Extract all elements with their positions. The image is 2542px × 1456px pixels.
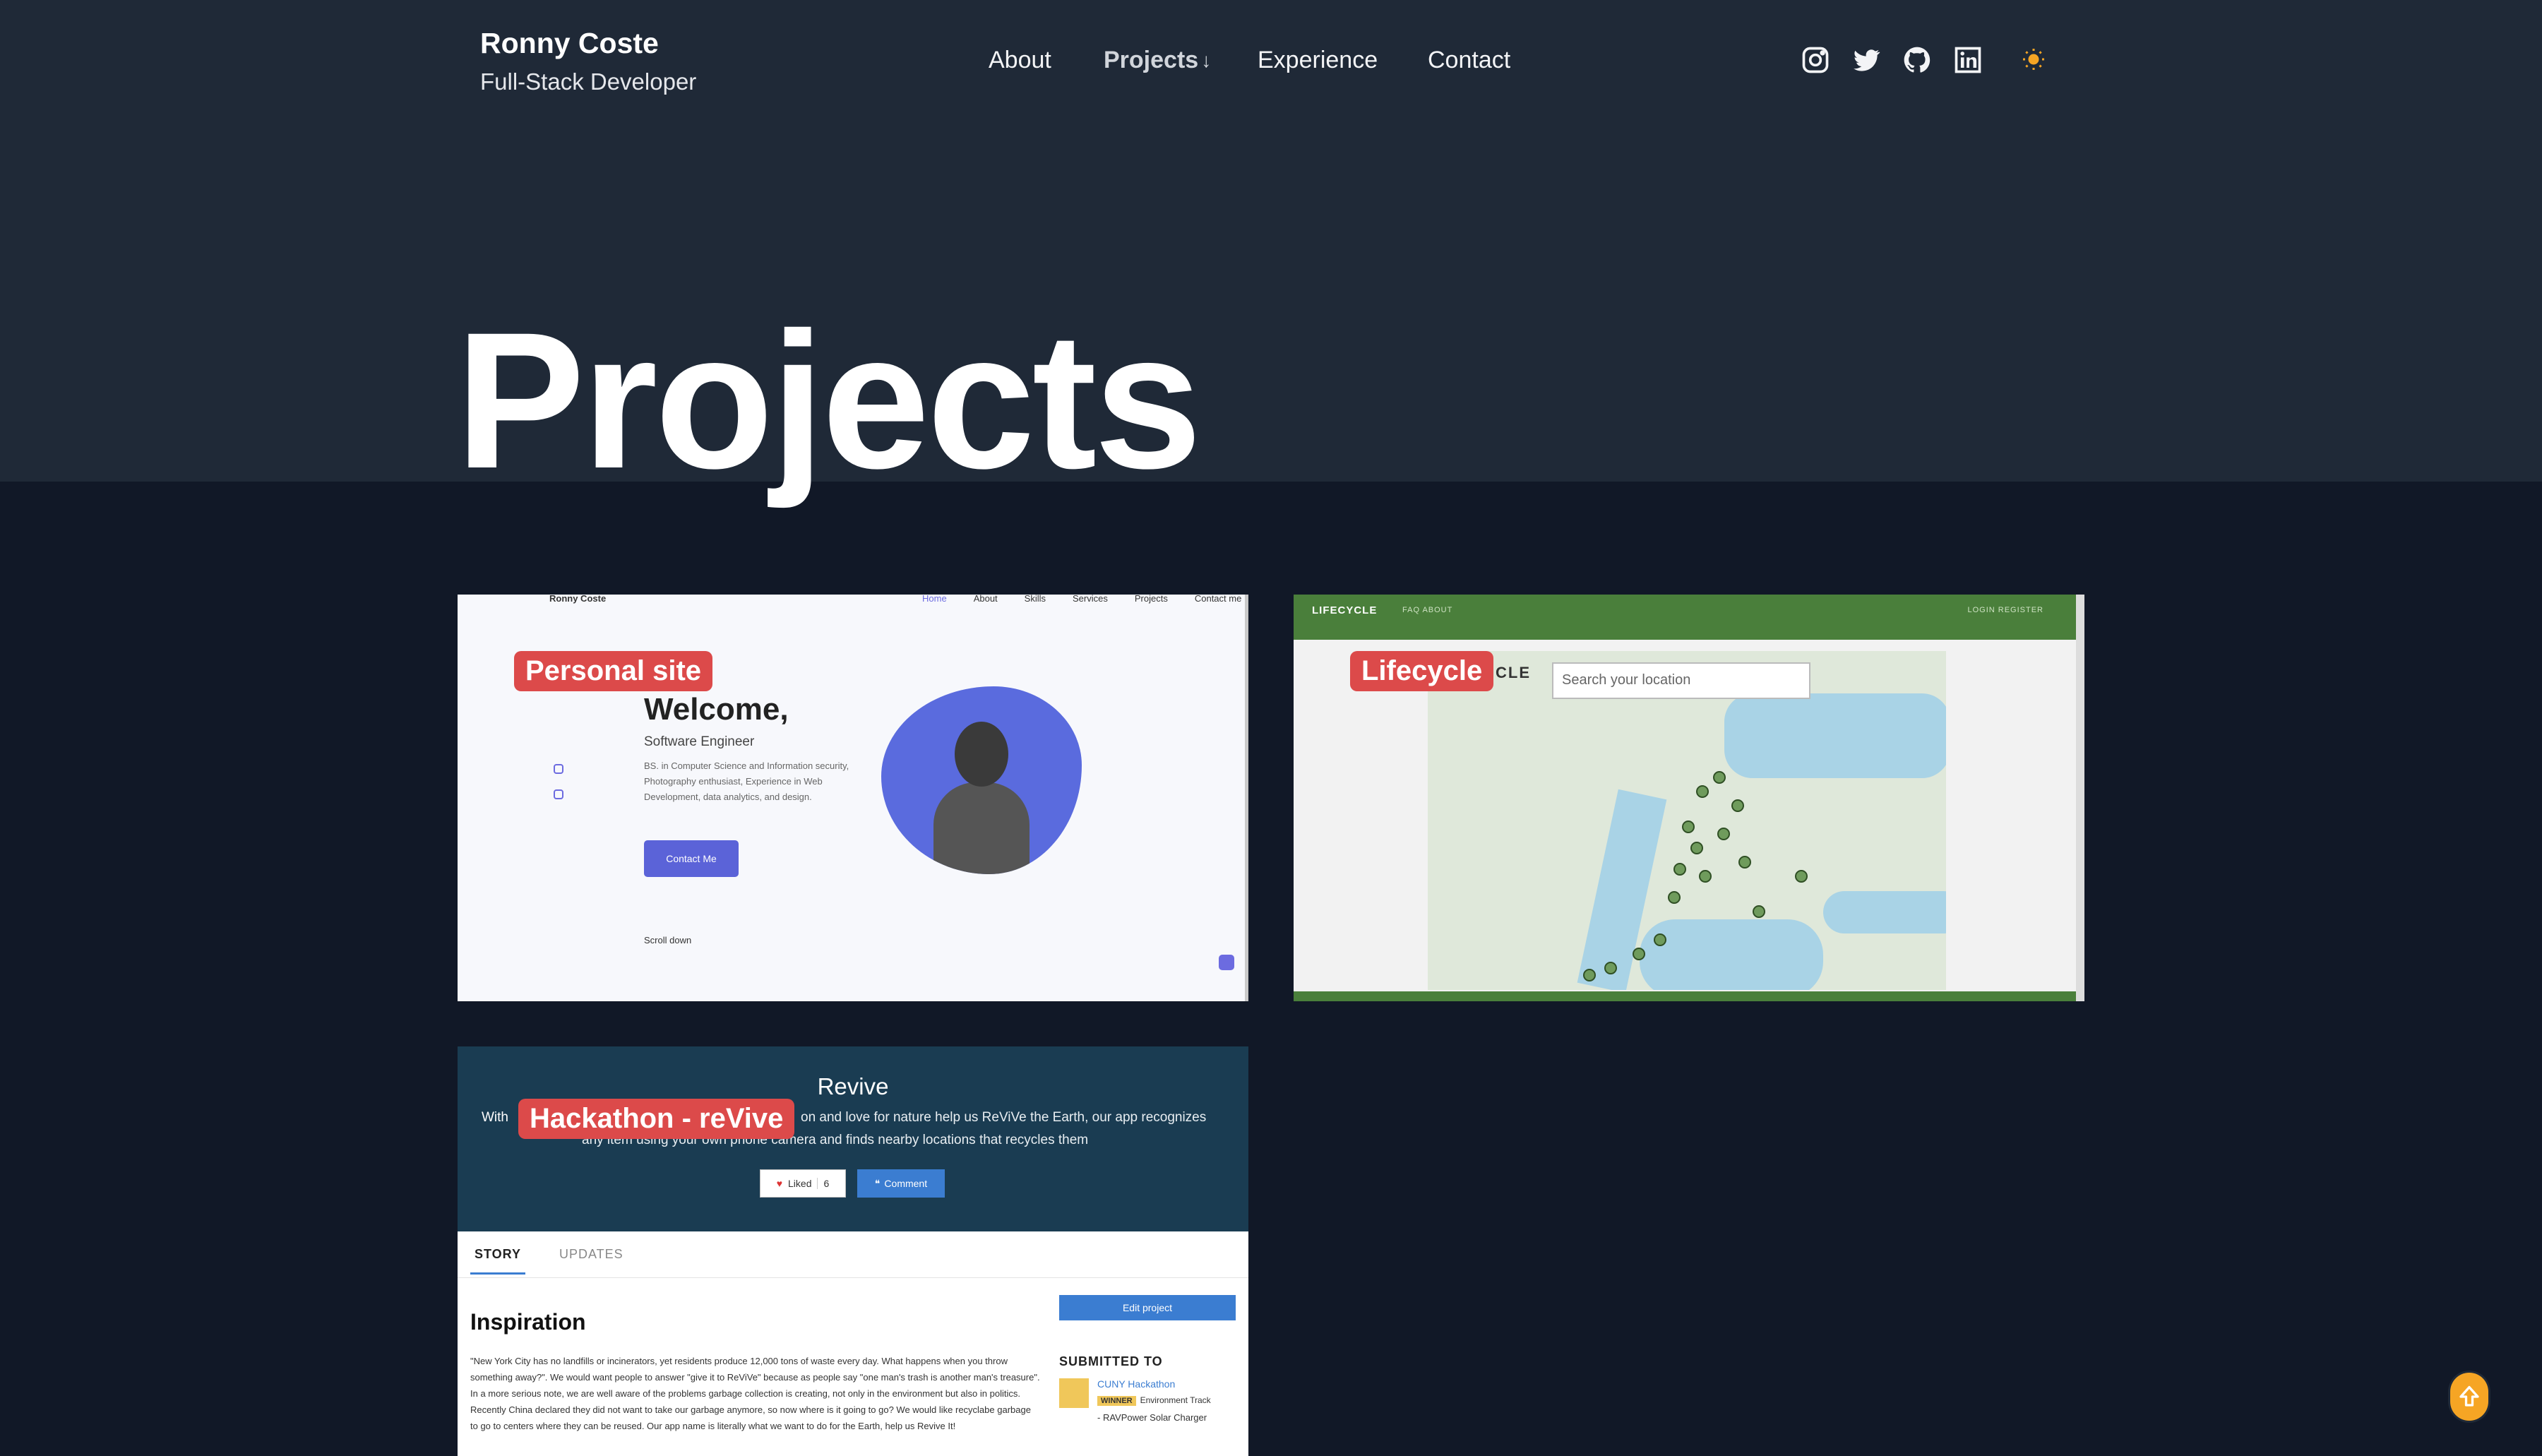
brand-role: Full-Stack Developer [480,68,697,95]
preview-nav-link: Home [922,595,947,604]
card-label: Hackathon - reVive [518,1099,795,1139]
brand[interactable]: Ronny Coste Full-Stack Developer [480,27,696,95]
preview-auth-links: LOGIN REGISTER [1967,606,2043,614]
comment-button: ❝ Comment [857,1169,945,1198]
theme-toggle-sun-icon[interactable] [2021,47,2046,72]
winner-track: Environment Track [1140,1395,1211,1405]
nav-about[interactable]: About [989,47,1051,74]
page-title: Projects [455,292,1202,509]
preview-nav-link: Contact me [1194,595,1242,604]
preview-bottombar [1294,991,2076,1001]
tab-updates: UPDATES [559,1247,623,1261]
preview-tabs: STORY UPDATES [458,1231,1248,1278]
github-icon [554,789,563,799]
preview-hero: Revive With on and love for nature help … [458,1046,1248,1231]
preview-contact-button: Contact Me [644,840,739,877]
card-label: Personal site [514,651,713,691]
card-label: Lifecycle [1350,651,1494,691]
preview-nav-link: Services [1073,595,1108,604]
comment-label: Comment [884,1178,928,1189]
liked-label: Liked [788,1178,812,1189]
preview-scroll-down: Scroll down [644,935,692,945]
project-card-personal-site[interactable]: Personal site Ronny Coste Home About Ski… [458,595,1248,1001]
prize-text: - RAVPower Solar Charger [1097,1412,1207,1423]
map-preview [1428,651,1946,990]
hackathon-logo [1059,1378,1089,1408]
liked-button: ♥ Liked 6 [760,1169,846,1198]
winner-badge: WINNER [1097,1396,1136,1406]
preview-scrollbar [2076,595,2084,1001]
edit-project-button: Edit project [1059,1295,1236,1320]
chat-icon [1219,955,1234,970]
submitted-heading: SUBMITTED TO [1059,1354,1163,1368]
preview-nav-link: About [973,595,998,604]
scroll-to-top-button[interactable] [2450,1373,2488,1421]
preview-topbar: LIFECYCLE FAQ ABOUT LOGIN REGISTER [1294,595,2076,640]
github-icon[interactable] [1901,44,1933,76]
nav-contact[interactable]: Contact [1428,47,1510,74]
location-search-input: Search your location [1552,662,1810,699]
nav-projects[interactable]: Projects ↓ [1104,47,1211,74]
preview-subtitle-start: With [482,1110,508,1125]
preview-nav-link: Projects [1134,595,1168,604]
project-card-lifecycle[interactable]: LIFECYCLE FAQ ABOUT LOGIN REGISTER CLE S… [1294,595,2084,1001]
preview-description: BS. in Computer Science and Information … [644,760,849,802]
twitter-icon[interactable] [1850,44,1882,76]
hackathon-name: CUNY Hackathon [1097,1378,1176,1390]
social-links [1799,44,1984,76]
preview-nav-link: Skills [1024,595,1046,604]
arrow-up-icon [2459,1385,2479,1407]
preview-ghost-title: CLE [1496,664,1531,681]
liked-count: 6 [817,1178,829,1189]
preview-scrollbar [1245,595,1248,1001]
winner-line: WINNER Environment Track [1097,1395,1211,1406]
instagram-icon[interactable] [1799,44,1832,76]
person-silhouette [933,715,1030,874]
brand-name[interactable]: Ronny Coste [480,27,696,60]
preview-role: Software Engineer [644,734,755,749]
preview-title: Revive [817,1073,889,1099]
preview-site-name: Ronny Coste [549,595,607,604]
site-header: Ronny Coste Full-Stack Developer About P… [0,0,2542,127]
arrow-down-icon: ↓ [1201,49,1212,71]
nav-experience[interactable]: Experience [1258,47,1378,74]
preview-nav-links: Home About Skills Services Projects Cont… [922,595,1241,604]
story-text: "New York City has no landfills or incin… [470,1356,1040,1431]
preview-heading: Welcome, [644,692,789,727]
inspiration-heading: Inspiration [470,1309,586,1335]
nav-projects-label: Projects [1104,47,1199,73]
project-card-revive[interactable]: Revive With on and love for nature help … [458,1046,1248,1456]
tab-story: STORY [475,1247,522,1261]
profile-photo [881,686,1082,874]
heart-icon: ♥ [776,1178,783,1189]
preview-subtitle-mid: on and love for nature help us ReViVe th… [801,1110,1207,1125]
quote-icon: ❝ [874,1177,881,1189]
preview-links: FAQ ABOUT [1402,606,1453,614]
linkedin-icon[interactable] [1952,44,1984,76]
instagram-icon [554,764,563,774]
tab-underline [470,1272,525,1275]
preview-nav: Ronny Coste Home About Skills Services P… [549,595,1248,606]
preview-logo: LIFECYCLE [1312,604,1378,616]
